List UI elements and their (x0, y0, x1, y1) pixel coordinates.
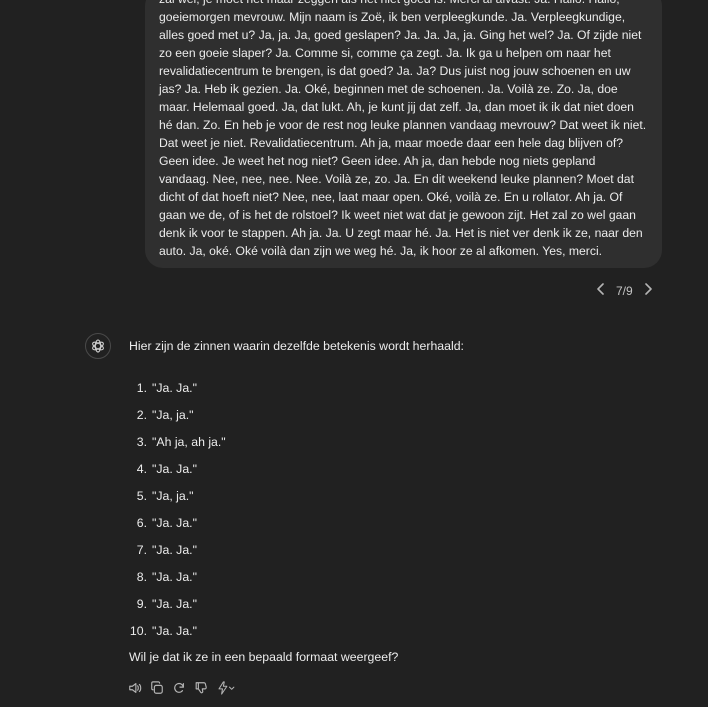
assistant-intro: Hier zijn de zinnen waarin dezelfde bete… (129, 339, 464, 353)
repeated-sentences-list: 1. "Ja. Ja." 2. "Ja, ja." 3. "Ah ja, ah ja.… (129, 374, 669, 644)
list-item: 1. "Ja. Ja." (136, 380, 197, 395)
chevron-left-icon[interactable] (594, 283, 608, 298)
list-item: 8. "Ja. Ja." (136, 569, 197, 584)
list-item: 5. "Ja, ja." (136, 488, 194, 503)
message-action-bar (127, 680, 237, 696)
chevron-right-icon[interactable] (641, 283, 655, 298)
copy-icon[interactable] (149, 680, 165, 696)
chat-page: zal wel, je moet het maar zeggen als het… (0, 0, 708, 707)
pager-count: 7/9 (616, 283, 633, 298)
list-item: 4. "Ja. Ja." (136, 461, 197, 476)
list-item: 9. "Ja. Ja." (136, 596, 197, 611)
response-pager: 7/9 (594, 283, 655, 298)
user-message-bubble: zal wel, je moet het maar zeggen als het… (145, 0, 662, 268)
list-item: 7. "Ja. Ja." (136, 542, 197, 557)
speaker-icon[interactable] (127, 680, 143, 696)
list-item: 6. "Ja. Ja." (136, 515, 197, 530)
regenerate-icon[interactable] (171, 680, 187, 696)
list-item: 2. "Ja, ja." (136, 407, 194, 422)
user-message-text: zal wel, je moet het maar zeggen als het… (159, 0, 647, 258)
assistant-message: Hier zijn de zinnen waarin dezelfde bete… (129, 338, 669, 665)
openai-logo-icon (85, 333, 111, 359)
assistant-closing: Wil je dat ik ze in een bepaald formaat … (129, 650, 399, 664)
thumbs-down-icon[interactable] (193, 680, 209, 696)
model-switch-icon[interactable] (215, 680, 237, 696)
list-item: 3. "Ah ja, ah ja." (136, 434, 226, 449)
list-item: 10. "Ja. Ja." (129, 623, 197, 638)
